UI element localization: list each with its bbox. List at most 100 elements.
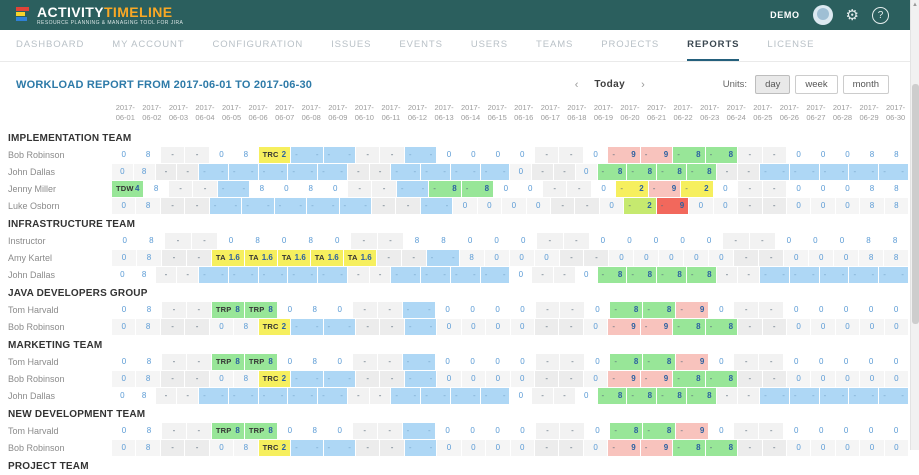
workload-cell: -- <box>403 354 435 370</box>
workload-cell: 0 <box>585 302 609 318</box>
workload-cell: - <box>348 181 371 197</box>
workload-cell: - <box>560 302 584 318</box>
workload-cell: -9 <box>608 440 639 456</box>
workload-cell: 0 <box>486 147 509 163</box>
page-title: WORKLOAD REPORT FROM 2017-06-01 TO 2017-… <box>16 79 312 91</box>
member-row: Tom Harvald08--TRP8TRP8080----0000--0-8-… <box>0 302 909 319</box>
workload-cell: 0 <box>643 233 669 249</box>
workload-cell: 0 <box>486 423 510 439</box>
workload-cell: - <box>734 302 758 318</box>
member-name: Bob Robinson <box>0 319 112 335</box>
unit-button-day[interactable]: day <box>755 75 790 94</box>
prev-period-button[interactable]: ‹ <box>575 79 579 91</box>
workload-cell: - <box>185 147 208 163</box>
workload-cell: 0 <box>585 423 609 439</box>
nav-item-events[interactable]: EVENTS <box>399 30 442 61</box>
workload-cell: - <box>380 319 403 335</box>
workload-cell: 0 <box>787 319 810 335</box>
workload-cell: -- <box>790 164 819 180</box>
workload-cell: - <box>532 164 553 180</box>
user-avatar[interactable] <box>813 5 833 25</box>
help-icon[interactable]: ? <box>872 7 889 24</box>
date-column-header: 2017-06-06 <box>245 100 272 129</box>
workload-cell: 0 <box>278 302 302 318</box>
workload-cell: 0 <box>576 267 597 283</box>
workload-cell: 8 <box>856 233 882 249</box>
settings-gear-icon[interactable]: ⚙ <box>846 8 859 23</box>
workload-cell: -- <box>391 267 420 283</box>
workload-cell: 8 <box>303 354 327 370</box>
workload-cell: - <box>543 181 566 197</box>
nav-item-projects[interactable]: PROJECTS <box>601 30 659 61</box>
workload-cell: 0 <box>527 198 550 214</box>
unit-button-week[interactable]: week <box>795 75 837 94</box>
workload-cell: - <box>185 371 208 387</box>
workload-cell: - <box>356 440 379 456</box>
workload-cell: -9 <box>649 181 680 197</box>
workload-cell: -9 <box>676 302 708 318</box>
workload-cell: 0 <box>437 440 460 456</box>
member-row: Bob Robinson08--08TRC2--------0000--0-9-… <box>0 319 909 336</box>
workload-cell: -8 <box>598 267 627 283</box>
workload-cell: -8 <box>643 423 675 439</box>
workload-cell: -- <box>259 164 288 180</box>
workload-cell: -9 <box>641 147 672 163</box>
workload-cell: 0 <box>275 181 298 197</box>
member-row: Tom Harvald08--TRP8TRP8080----0000--0-8-… <box>0 354 909 371</box>
workload-cell: TA1.6 <box>311 250 343 266</box>
nav-item-configuration[interactable]: CONFIGURATION <box>212 30 303 61</box>
app-logo[interactable]: ACTIVITYTIMELINE RESOURCE PLANNING & MAN… <box>16 5 183 26</box>
today-button[interactable]: Today <box>594 79 625 90</box>
nav-item-my-account[interactable]: MY ACCOUNT <box>112 30 184 61</box>
workload-cell: -- <box>288 388 317 404</box>
workload-cell: 0 <box>860 440 883 456</box>
workload-cell: -- <box>481 267 510 283</box>
nav-item-dashboard[interactable]: DASHBOARD <box>16 30 84 61</box>
workload-cell: -- <box>421 388 450 404</box>
unit-button-month[interactable]: month <box>843 75 889 94</box>
workload-cell: -- <box>288 267 317 283</box>
workload-cell: -- <box>218 181 249 197</box>
workload-cell: -8 <box>627 388 656 404</box>
workload-cell: 8 <box>460 250 484 266</box>
workload-cell: 0 <box>462 371 485 387</box>
workload-cell: 0 <box>600 198 623 214</box>
workload-cell: 0 <box>576 388 597 404</box>
workload-cell: - <box>738 198 761 214</box>
workload-cell: 0 <box>462 319 485 335</box>
vertical-scrollbar[interactable]: ▲ <box>910 0 919 450</box>
workload-cell: - <box>356 371 379 387</box>
workload-cell: - <box>161 147 184 163</box>
workload-cell: 8 <box>431 233 457 249</box>
workload-cell: - <box>564 233 590 249</box>
workload-cell: -2 <box>681 181 712 197</box>
nav-item-license[interactable]: LICENSE <box>767 30 814 61</box>
next-period-button[interactable]: › <box>641 79 645 91</box>
nav-item-reports[interactable]: REPORTS <box>687 30 739 61</box>
nav-item-users[interactable]: USERS <box>471 30 508 61</box>
workload-cell: 0 <box>462 440 485 456</box>
workload-cell: 8 <box>134 267 155 283</box>
team-header: PROJECT TEAM <box>0 457 909 475</box>
nav-item-teams[interactable]: TEAMS <box>536 30 573 61</box>
workload-cell: -- <box>760 267 789 283</box>
workload-cell: 8 <box>137 302 161 318</box>
workload-cell: 0 <box>584 440 607 456</box>
workload-cell: 0 <box>836 181 859 197</box>
member-row: Amy Kartel08--TA1.6TA1.6TA1.6TA1.6TA1.6-… <box>0 250 909 267</box>
workload-cell: - <box>759 302 783 318</box>
workload-cell: - <box>536 302 560 318</box>
workload-cell: 0 <box>112 354 136 370</box>
workload-cell: 0 <box>714 181 737 197</box>
workload-cell: 0 <box>829 233 855 249</box>
workload-cell: - <box>738 181 761 197</box>
workload-cell: 8 <box>250 181 273 197</box>
scrollbar-up-arrow[interactable]: ▲ <box>911 0 919 10</box>
workload-cell: -- <box>879 388 908 404</box>
workload-cell: 8 <box>136 198 159 214</box>
workload-cell: - <box>378 354 402 370</box>
scrollbar-thumb[interactable] <box>912 84 919 324</box>
nav-item-issues[interactable]: ISSUES <box>331 30 371 61</box>
workload-cell: TRP8 <box>245 423 277 439</box>
workload-cell: -- <box>318 164 347 180</box>
